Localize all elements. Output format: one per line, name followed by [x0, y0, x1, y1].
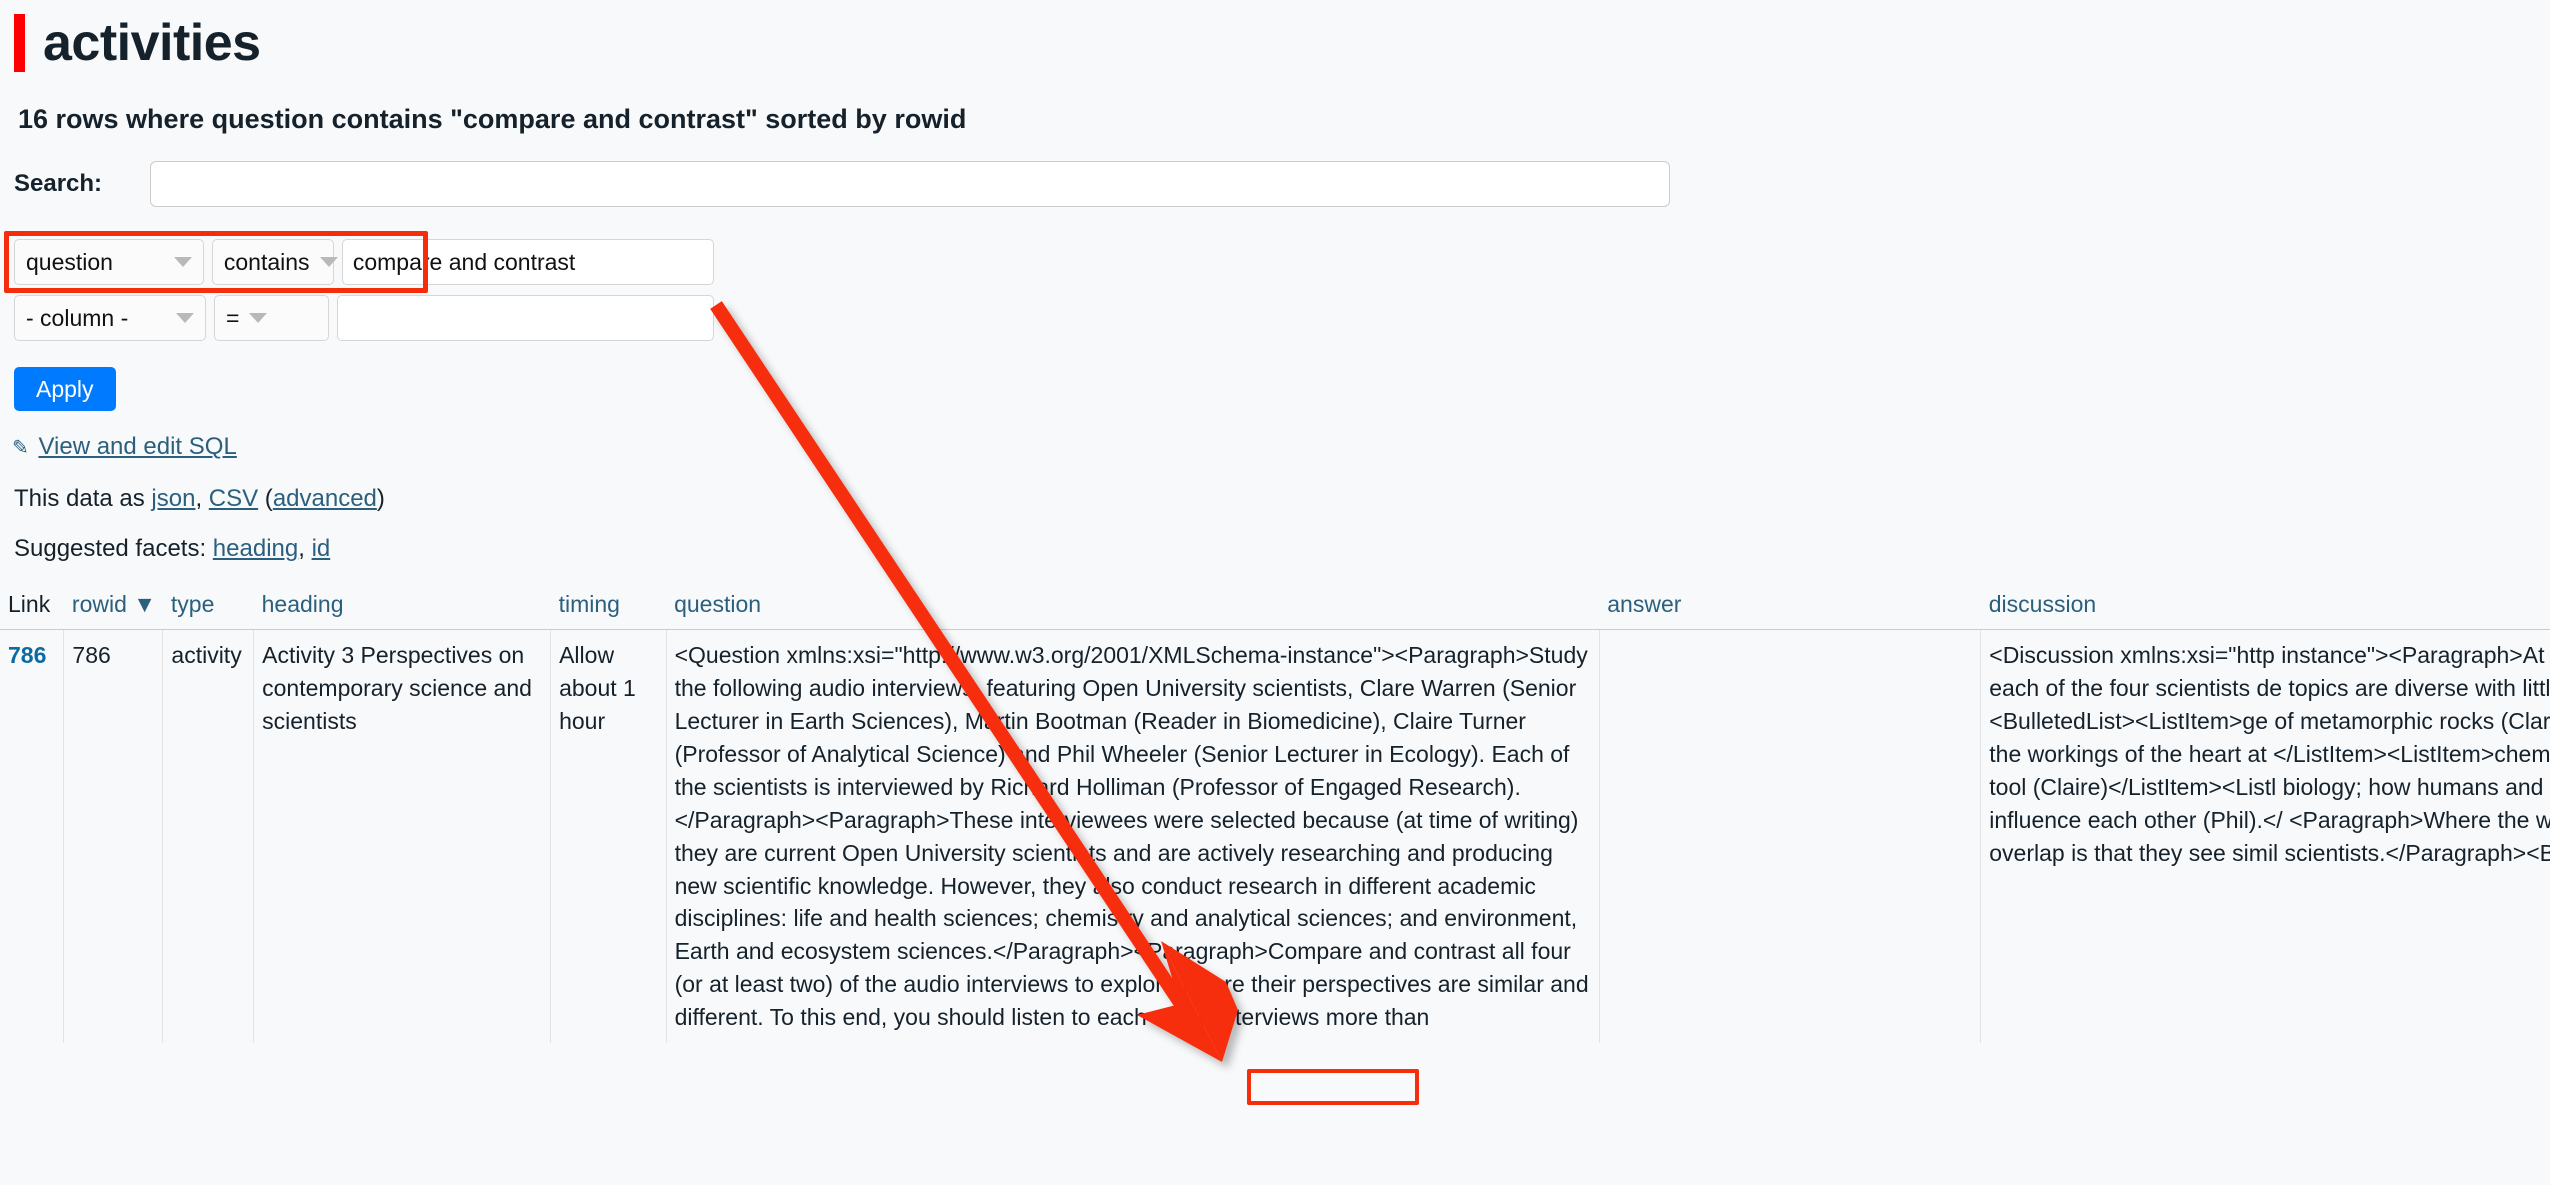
facets-sep: ,	[298, 535, 312, 563]
datasette-table-page: activities 16 rows where question contai…	[0, 0, 2550, 1185]
export-open-paren: (	[258, 485, 273, 513]
filters-area: question contains - column - =	[4, 231, 715, 341]
search-row: Search:	[14, 161, 2550, 207]
filter-column-select-1[interactable]: question	[14, 239, 204, 285]
cell-link[interactable]: 786	[0, 629, 65, 1043]
filter-column-value-2: - column -	[26, 304, 129, 331]
export-sep: ,	[195, 485, 209, 513]
view-and-edit-sql-row: ✎ View and edit SQL	[12, 433, 2550, 461]
result-summary: 16 rows where question contains "compare…	[18, 104, 967, 134]
facet-link-id[interactable]: id	[312, 535, 331, 562]
results-table-wrapper[interactable]: Link rowid ▼ type heading timing questio…	[0, 589, 2550, 1043]
filter-operator-value-2: =	[225, 304, 240, 331]
search-label: Search:	[14, 170, 103, 197]
accent-bar	[14, 14, 25, 72]
cell-question: <Question xmlns:xsi="http://www.w3.org/2…	[666, 629, 1600, 1043]
cell-heading: Activity 3 Perspectives on contemporary …	[253, 629, 552, 1043]
export-csv-link[interactable]: CSV	[209, 485, 258, 512]
sort-desc-icon: ▼	[133, 591, 157, 618]
compare-and-contrast-highlight	[1247, 1069, 1419, 1105]
filter-value-input-2[interactable]	[337, 295, 715, 341]
filter-row-1: question contains	[14, 239, 714, 285]
table-row: 786 786 activity Activity 3 Perspectives…	[0, 629, 2550, 1043]
export-close-paren: )	[376, 485, 385, 513]
filter-row-2: - column - =	[14, 295, 715, 341]
chevron-down-icon	[173, 257, 192, 267]
filter-value-input-1[interactable]	[341, 239, 714, 285]
export-links-row: This data as json, CSV (advanced)	[14, 485, 2550, 513]
row-link[interactable]: 786	[8, 642, 46, 668]
apply-button[interactable]: Apply	[14, 367, 116, 412]
suggested-facets-row: Suggested facets: heading, id	[14, 535, 2550, 563]
filter-column-value-1: question	[26, 248, 113, 275]
facets-prefix: Suggested facets:	[14, 535, 213, 563]
page-title: activities	[43, 14, 261, 72]
export-json-link[interactable]: json	[151, 485, 195, 512]
search-input[interactable]	[150, 161, 1670, 207]
page-header: activities	[14, 0, 2550, 72]
column-header-type[interactable]: type	[162, 589, 254, 631]
results-table: Link rowid ▼ type heading timing questio…	[0, 589, 2550, 1043]
pencil-icon: ✎	[12, 437, 29, 460]
cell-rowid: 786	[63, 629, 164, 1043]
column-header-answer[interactable]: answer	[1599, 589, 1981, 631]
cell-answer	[1599, 629, 1982, 1043]
cell-discussion: <Discussion xmlns:xsi="http instance"><P…	[1980, 629, 2550, 1043]
cell-timing: Allow about 1 hour	[550, 629, 667, 1043]
export-advanced-link[interactable]: advanced	[273, 485, 377, 512]
chevron-down-icon	[319, 257, 338, 267]
filter-operator-select-2[interactable]: =	[213, 295, 330, 341]
filter-operator-value-1: contains	[223, 248, 310, 275]
column-header-heading[interactable]: heading	[253, 589, 551, 631]
view-and-edit-sql-link[interactable]: View and edit SQL	[38, 433, 236, 460]
chevron-down-icon	[249, 313, 268, 323]
column-header-link: Link	[0, 589, 64, 631]
table-header-row: Link rowid ▼ type heading timing questio…	[0, 589, 2550, 631]
export-prefix: This data as	[14, 485, 152, 513]
column-header-timing[interactable]: timing	[550, 589, 667, 631]
filter-operator-select-1[interactable]: contains	[211, 239, 338, 285]
facet-link-heading[interactable]: heading	[213, 535, 298, 562]
column-header-rowid[interactable]: rowid ▼	[63, 589, 163, 631]
column-header-question[interactable]: question	[666, 589, 1600, 631]
cell-type: activity	[162, 629, 255, 1043]
filter-column-select-2[interactable]: - column -	[14, 295, 206, 341]
chevron-down-icon	[175, 313, 194, 323]
column-header-discussion[interactable]: discussion	[1980, 589, 2550, 631]
column-header-rowid-label: rowid	[71, 591, 127, 618]
